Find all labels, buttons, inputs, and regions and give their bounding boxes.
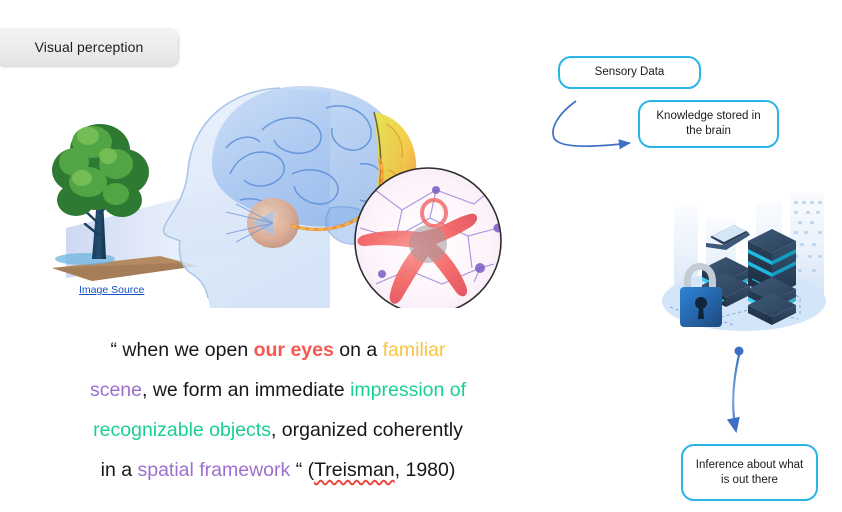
quote-highlight-recognizable-objects: recognizable objects [93,419,271,441]
flow-box-knowledge-stored-label: Knowledge stored in the brain [656,110,761,137]
flow-box-knowledge-stored[interactable]: Knowledge stored in the brain [638,100,779,148]
quote-highlight-our-eyes: our eyes [253,339,334,361]
flow-box-sensory-data[interactable]: Sensory Data [558,56,701,89]
flow-box-sensory-data-label: Sensory Data [594,66,665,78]
slide-title-text: Visual perception [34,39,144,55]
arrow-datacenter-to-inference [715,345,757,445]
visual-perception-figure [30,78,520,308]
quote-rest-3: , organized coherently [270,419,463,441]
quote-highlight-scene: scene [89,379,142,401]
arrow-sensory-to-knowledge [548,98,650,152]
quote-open: “ when we open [110,339,254,361]
quote-line-1: “ when we open our eyes on a familiar [48,330,508,370]
quote-pre-4: in a [100,459,138,481]
image-source-link[interactable]: Image Source [79,284,144,296]
quote-line-3: recognizable objects, organized coherent… [48,410,508,450]
slide-canvas: Visual perception Image Source “ when we… [0,0,842,512]
quote-close: “ ( [290,459,315,481]
quote-line-4: in a spatial framework “ (Treisman, 1980… [48,450,508,490]
citation-year: , 1980) [394,459,456,481]
quote-mid-2: , we form an immediate [142,379,351,401]
quote-highlight-familiar: familiar [382,339,446,361]
quote-highlight-impression: impression of [350,379,467,401]
quote-highlight-spatial-framework: spatial framework [137,459,291,481]
slide-title-tab: Visual perception [0,28,178,66]
citation-author: Treisman [314,459,395,481]
quote-block: “ when we open our eyes on a familiar sc… [48,330,508,490]
flow-box-inference[interactable]: Inference about what is out there [681,444,818,501]
quote-line-2: scene, we form an immediate impression o… [48,370,508,410]
flow-box-inference-label: Inference about what is out there [695,458,804,486]
arrow-start-dot [734,346,744,356]
quote-mid-1: on a [333,339,383,361]
datacenter-figure [648,185,840,340]
neuron-closeup [354,167,502,308]
